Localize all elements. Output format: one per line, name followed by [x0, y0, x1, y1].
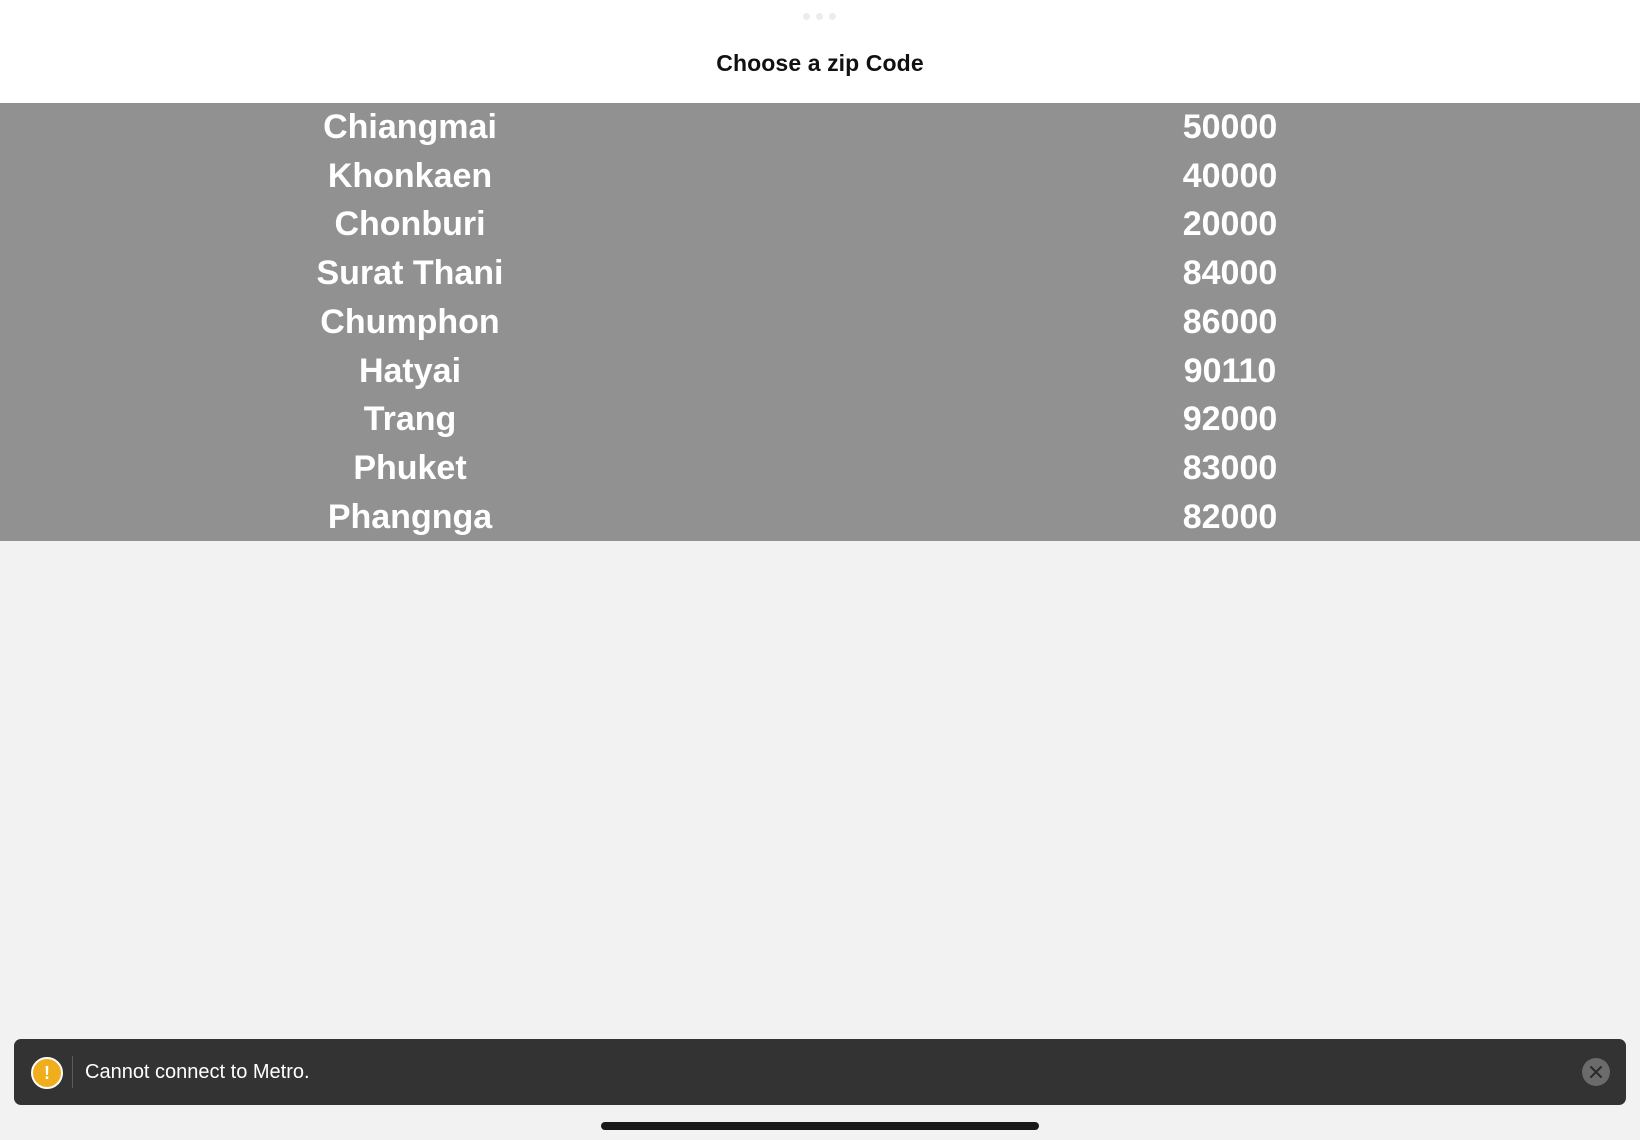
- zip-code: 84000: [1182, 254, 1278, 293]
- city-name: Surat Thani: [316, 254, 504, 293]
- toast-divider: [72, 1056, 73, 1088]
- error-toast[interactable]: ! Cannot connect to Metro.: [14, 1039, 1626, 1105]
- zip-code: 92000: [1182, 400, 1278, 439]
- zip-code: 40000: [1182, 156, 1278, 195]
- list-item[interactable]: Trang 92000: [0, 395, 1640, 444]
- list-item[interactable]: Hatyai 90110: [0, 347, 1640, 396]
- toast-message: Cannot connect to Metro.: [85, 1061, 310, 1083]
- drag-handle-dot: [803, 13, 810, 20]
- list-item[interactable]: Chiangmai 50000: [0, 103, 1640, 152]
- list-item[interactable]: Chumphon 86000: [0, 298, 1640, 347]
- zip-code-list: Chiangmai 50000 Khonkaen 40000 Chonburi …: [0, 103, 1640, 541]
- drag-handle[interactable]: [803, 13, 836, 20]
- city-name: Phangnga: [327, 497, 493, 536]
- modal-header: Choose a zip Code: [0, 0, 1640, 103]
- drag-handle-dot: [829, 13, 836, 20]
- city-name: Hatyai: [358, 351, 462, 390]
- city-name: Trang: [363, 400, 457, 439]
- home-indicator[interactable]: [601, 1122, 1039, 1130]
- zip-code: 82000: [1182, 497, 1278, 536]
- zip-code: 83000: [1182, 448, 1278, 487]
- drag-handle-dot: [816, 13, 823, 20]
- zip-code: 90110: [1183, 351, 1277, 390]
- list-item[interactable]: Khonkaen 40000: [0, 152, 1640, 201]
- city-name: Chumphon: [320, 302, 500, 341]
- zip-code: 50000: [1182, 108, 1278, 146]
- zip-code: 20000: [1182, 205, 1278, 244]
- page-title: Choose a zip Code: [716, 50, 924, 76]
- city-name: Chonburi: [334, 205, 486, 244]
- warning-icon: !: [31, 1057, 63, 1089]
- zip-code: 86000: [1182, 302, 1278, 341]
- dismiss-toast-button[interactable]: [1582, 1058, 1610, 1086]
- city-name: Phuket: [353, 448, 467, 487]
- list-item[interactable]: Chonburi 20000: [0, 200, 1640, 249]
- list-item[interactable]: Phangnga 82000: [0, 493, 1640, 542]
- list-item[interactable]: Phuket 83000: [0, 444, 1640, 493]
- city-name: Khonkaen: [327, 156, 493, 195]
- city-name: Chiangmai: [323, 108, 497, 146]
- close-icon: [1590, 1066, 1602, 1078]
- list-item[interactable]: Surat Thani 84000: [0, 249, 1640, 298]
